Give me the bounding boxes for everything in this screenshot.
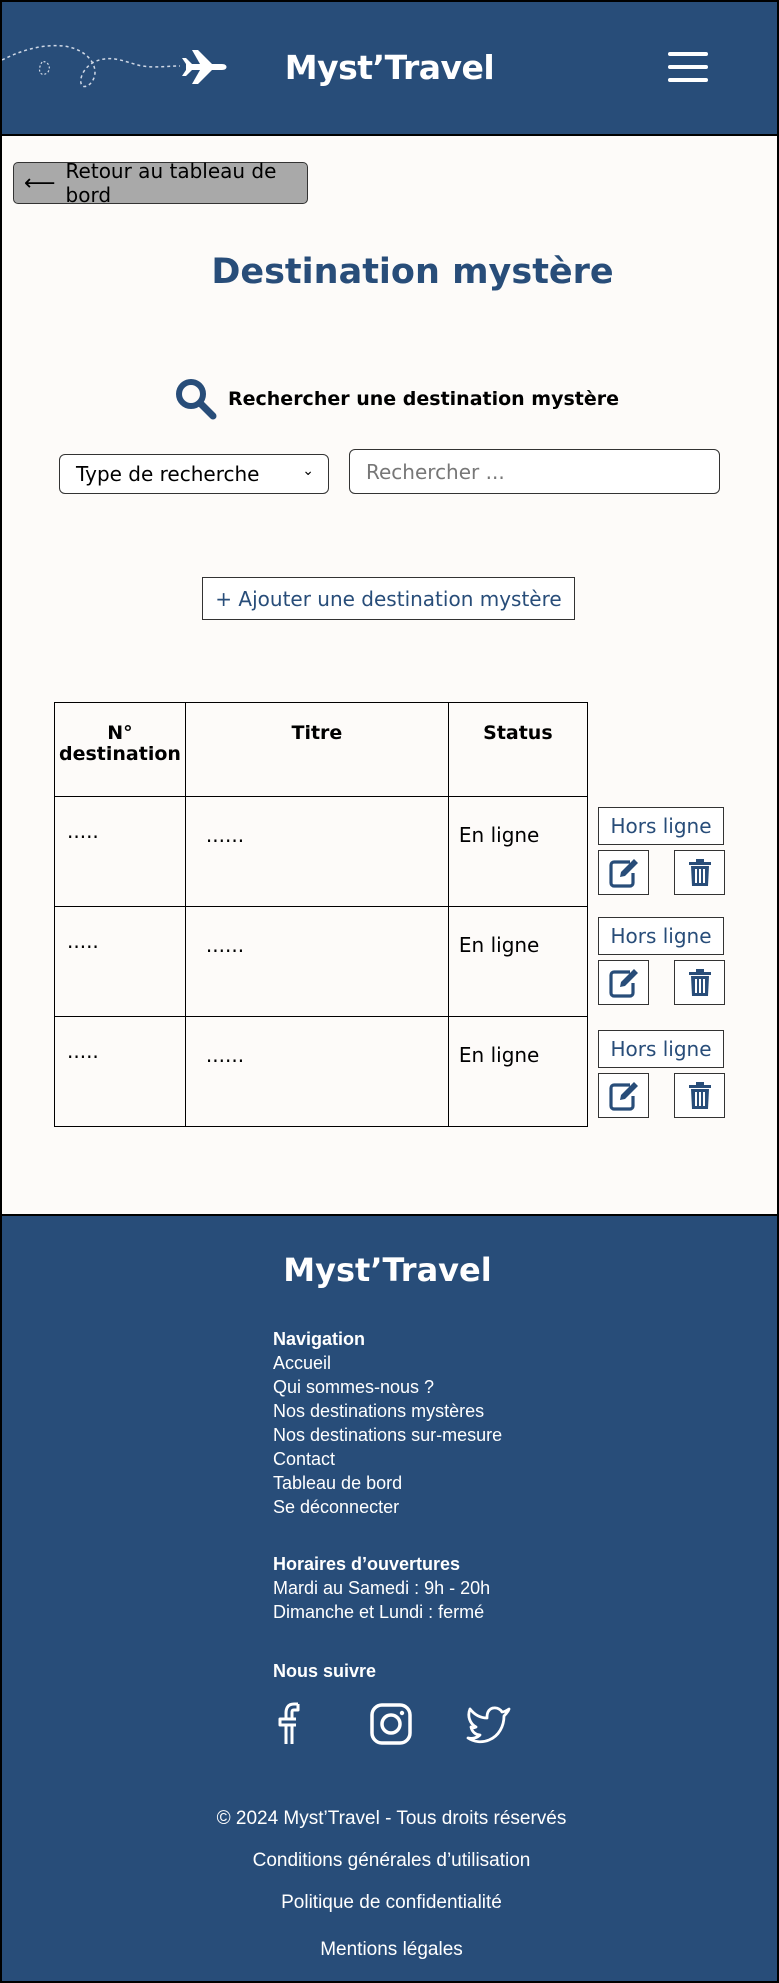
edit-icon bbox=[608, 858, 638, 888]
footer-link-about[interactable]: Qui sommes-nous ? bbox=[273, 1375, 502, 1399]
cell-title: ...... bbox=[184, 1016, 449, 1127]
search-type-value: Type de recherche bbox=[76, 462, 260, 486]
search-heading-label: Rechercher une destination mystère bbox=[228, 388, 620, 410]
edit-button[interactable] bbox=[598, 1073, 649, 1118]
footer-follow-heading: Nous suivre bbox=[273, 1661, 377, 1681]
search-input[interactable] bbox=[349, 449, 720, 494]
footer-hours-line: Mardi au Samedi : 9h - 20h bbox=[273, 1578, 491, 1598]
footer-link-mystery-destinations[interactable]: Nos destinations mystères bbox=[273, 1399, 502, 1423]
row-actions: Hors ligne bbox=[598, 917, 725, 1005]
footer-link-dashboard[interactable]: Tableau de bord bbox=[273, 1471, 502, 1495]
site-header: Myst’Travel bbox=[0, 0, 779, 136]
set-offline-button[interactable]: Hors ligne bbox=[598, 1030, 724, 1068]
hamburger-icon[interactable] bbox=[666, 50, 710, 84]
arrow-left-icon: ⟵ bbox=[24, 170, 56, 196]
column-header-number: N° destination bbox=[54, 702, 186, 797]
cell-status: En ligne bbox=[447, 1016, 588, 1127]
social-links bbox=[269, 1700, 513, 1748]
table-header-row: N° destination Titre Status bbox=[54, 702, 588, 797]
column-header-title: Titre bbox=[184, 702, 449, 797]
footer-link-legal[interactable]: Mentions légales bbox=[320, 1939, 463, 1960]
table-row: ..... ...... En ligne bbox=[54, 796, 588, 907]
footer-follow: Nous suivre bbox=[273, 1659, 376, 1683]
trash-icon bbox=[688, 968, 711, 996]
search-type-select[interactable]: Type de recherche ⌄ bbox=[59, 454, 329, 494]
cell-number: ..... bbox=[54, 1016, 186, 1127]
footer-link-cgu[interactable]: Conditions générales d’utilisation bbox=[253, 1850, 531, 1871]
chevron-down-icon: ⌄ bbox=[302, 463, 314, 479]
back-to-dashboard-button[interactable]: ⟵ Retour au tableau de bord bbox=[13, 159, 308, 207]
footer-link-contact[interactable]: Contact bbox=[273, 1447, 502, 1471]
footer-hours-line: Dimanche et Lundi : fermé bbox=[273, 1602, 485, 1622]
cell-status: En ligne bbox=[447, 796, 588, 907]
footer-link-custom-destinations[interactable]: Nos destinations sur-mesure bbox=[273, 1423, 502, 1447]
twitter-icon[interactable] bbox=[465, 1700, 513, 1748]
trash-icon bbox=[688, 1081, 711, 1109]
add-destination-button[interactable]: + Ajouter une destination mystère bbox=[202, 577, 575, 620]
footer-navigation: Navigation Accueil Qui sommes-nous ? Nos… bbox=[273, 1327, 502, 1519]
table-row: ..... ...... En ligne bbox=[54, 1016, 588, 1127]
delete-button[interactable] bbox=[674, 960, 725, 1005]
set-offline-button[interactable]: Hors ligne bbox=[598, 917, 724, 955]
back-button-label: Retour au tableau de bord bbox=[65, 159, 277, 207]
edit-icon bbox=[608, 968, 638, 998]
footer-link-privacy[interactable]: Politique de confidentialité bbox=[281, 1892, 502, 1913]
edit-button[interactable] bbox=[598, 960, 649, 1005]
table-row: ..... ...... En ligne bbox=[54, 906, 588, 1017]
set-offline-button[interactable]: Hors ligne bbox=[598, 807, 724, 845]
footer-link-logout[interactable]: Se déconnecter bbox=[273, 1495, 502, 1519]
cell-title: ...... bbox=[184, 906, 449, 1017]
site-footer: Myst’Travel Navigation Accueil Qui somme… bbox=[0, 1214, 779, 1983]
site-title[interactable]: Myst’Travel bbox=[2, 48, 779, 87]
column-header-status: Status bbox=[447, 702, 588, 797]
cell-status: En ligne bbox=[447, 906, 588, 1017]
footer-site-title: Myst’Travel bbox=[283, 1251, 492, 1289]
instagram-icon[interactable] bbox=[367, 1700, 415, 1748]
footer-hours: Horaires d’ouvertures Mardi au Samedi : … bbox=[273, 1552, 490, 1624]
footer-hours-heading: Horaires d’ouvertures bbox=[273, 1554, 461, 1574]
destinations-table: N° destination Titre Status ..... ......… bbox=[54, 702, 588, 1127]
cell-number: ..... bbox=[54, 906, 186, 1017]
edit-icon bbox=[608, 1081, 638, 1111]
delete-button[interactable] bbox=[674, 1073, 725, 1118]
row-actions: Hors ligne bbox=[598, 1030, 725, 1118]
trash-icon bbox=[688, 858, 711, 886]
magnifier-icon bbox=[176, 379, 217, 420]
row-actions: Hors ligne bbox=[598, 807, 725, 895]
footer-nav-heading: Navigation bbox=[273, 1329, 366, 1349]
facebook-icon[interactable] bbox=[269, 1700, 317, 1748]
cell-title: ...... bbox=[184, 796, 449, 907]
edit-button[interactable] bbox=[598, 850, 649, 895]
search-heading: Rechercher une destination mystère bbox=[174, 376, 619, 422]
page-title: Destination mystère bbox=[211, 252, 614, 292]
delete-button[interactable] bbox=[674, 850, 725, 895]
cell-number: ..... bbox=[54, 796, 186, 907]
copyright: © 2024 Myst’Travel - Tous droits réservé… bbox=[216, 1808, 567, 1829]
footer-link-accueil[interactable]: Accueil bbox=[273, 1351, 502, 1375]
